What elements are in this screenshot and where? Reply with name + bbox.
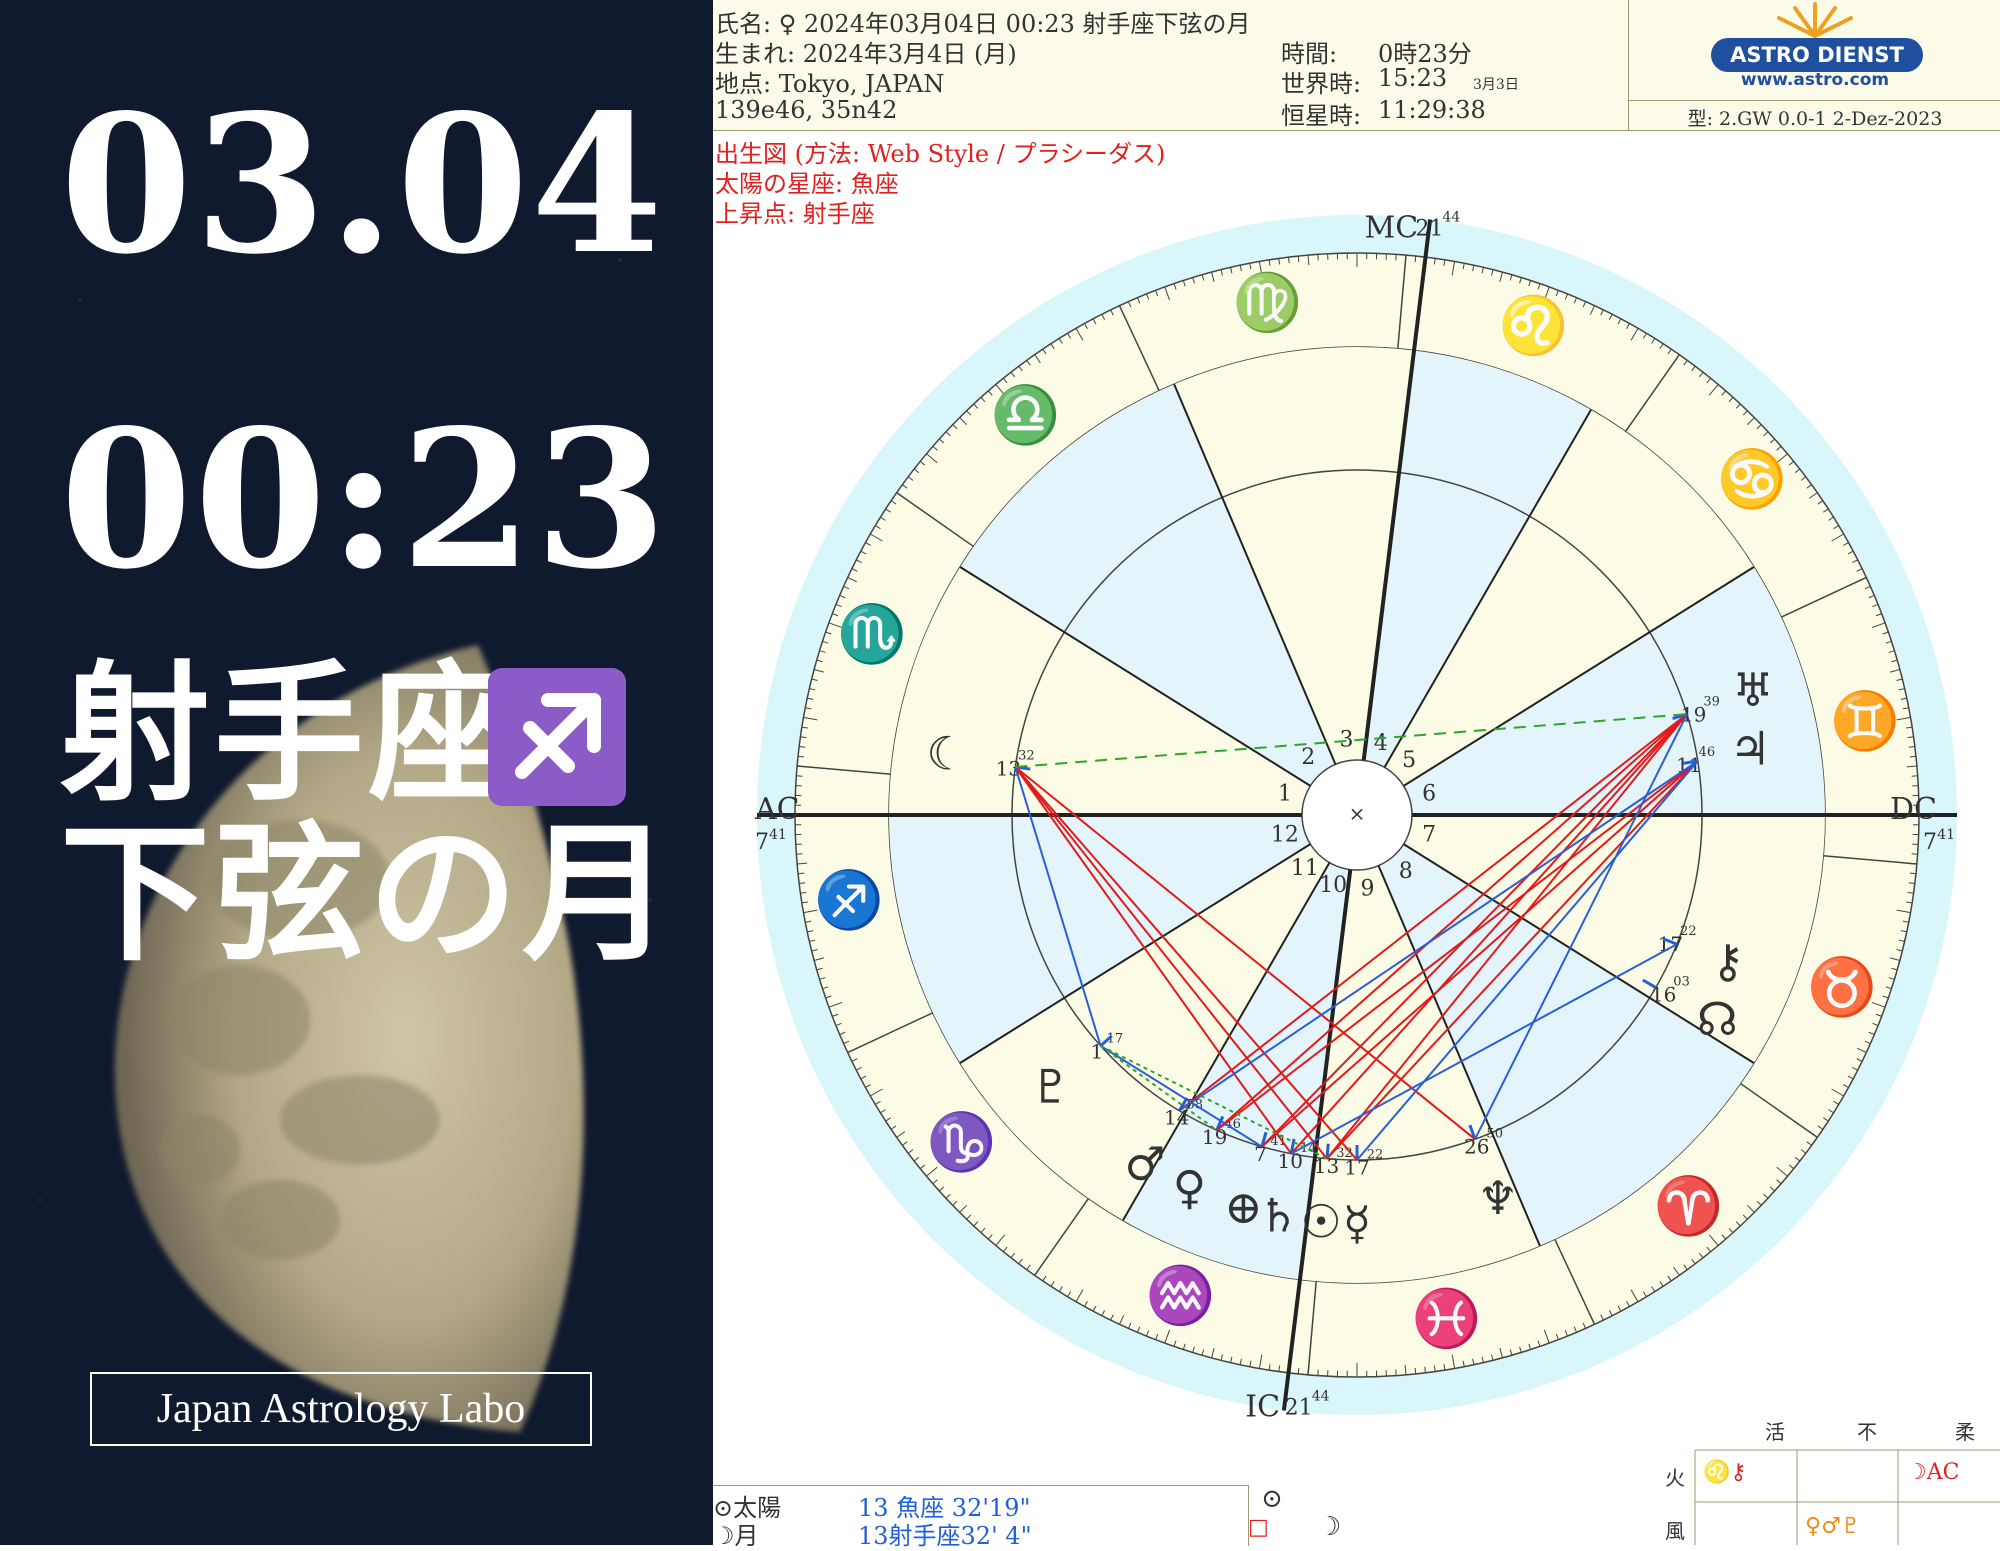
mc-label: MC	[1365, 211, 1419, 246]
gemini-sign-icon: ♊	[1830, 689, 1900, 754]
jupiter-icon: ♃	[1729, 722, 1770, 776]
moon-position: 13射手座32' 4"	[858, 1516, 1032, 1551]
sagittarius-icon	[488, 668, 626, 806]
dc-degree: 7	[1923, 830, 1937, 855]
ic-minutes: 44	[1312, 1388, 1330, 1404]
logo-url[interactable]: www.astro.com	[1629, 70, 2000, 90]
pluto-icon: ♇	[1030, 1060, 1071, 1114]
leo-sign-icon: ♌	[1499, 294, 1569, 359]
ic-degree: 21	[1285, 1395, 1313, 1420]
sun-icon: ☉	[1300, 1194, 1341, 1248]
natal-chart-wheel: 123456789101112×♍♌♋♊♉♈♓♒♑♐♏♎AC741DC741MC…	[713, 130, 2000, 1420]
moon-label: ☽月	[713, 1516, 759, 1551]
house-number: 11	[1291, 856, 1319, 881]
positions-table: ⊙太陽 13 魚座 32'19" ☽月 13射手座32' 4"	[713, 1485, 1249, 1546]
air-fixed-cell: ♀♂♇	[1805, 1514, 1861, 1539]
version-text: 型: 2.GW 0.0-1 2-Dez-2023	[1629, 100, 2000, 131]
virgo-sign-icon: ♍	[1233, 270, 1303, 335]
jupiter-minutes: 46	[1699, 745, 1716, 760]
house-number: 4	[1374, 731, 1388, 756]
mercury-minutes: 22	[1367, 1148, 1384, 1163]
ut-value: 15:23	[1378, 64, 1447, 92]
house-number: 5	[1402, 748, 1416, 773]
sun-symbol: ⊙	[1261, 1484, 1283, 1514]
brand-box: Japan Astrology Labo	[90, 1372, 592, 1446]
chiron-icon: ⚷	[1711, 934, 1745, 988]
aries-sign-icon: ♈	[1654, 1174, 1724, 1239]
sagittarius-sign-icon: ♐	[814, 868, 884, 933]
center-mark: ×	[1349, 802, 1366, 826]
earth-icon: ⊕	[1224, 1180, 1263, 1234]
astrodienst-logo: ASTRO DIENST www.astro.com 型: 2.GW 0.0-1…	[1628, 0, 2000, 130]
ac-minutes: 41	[769, 827, 787, 843]
aquarius-sign-icon: ♒	[1146, 1263, 1216, 1328]
house-number: 9	[1360, 876, 1374, 901]
moon-icon: ☾	[926, 726, 967, 780]
mars-icon: ♂	[1124, 1137, 1165, 1191]
uranus-icon: ♅	[1732, 663, 1773, 717]
mc-minutes: 44	[1442, 210, 1460, 226]
dc-minutes: 41	[1937, 827, 1955, 843]
moon-minutes: 32	[1018, 749, 1035, 764]
node-icon: ☊	[1697, 992, 1738, 1046]
saturn-icon: ♄	[1258, 1188, 1299, 1242]
place-line: 地点: Tokyo, JAPAN	[715, 64, 944, 99]
ut-label: 世界時:	[1281, 64, 1361, 99]
st-label: 恒星時:	[1281, 96, 1361, 131]
ac-degree: 7	[755, 830, 769, 855]
house-number: 1	[1278, 781, 1292, 806]
taurus-sign-icon: ♉	[1807, 955, 1877, 1020]
chart-panel: 氏名: ♀ 2024年03月04日 00:23 射手座下弦の月 生まれ: 202…	[713, 0, 2000, 1545]
mc-degree: 21	[1415, 217, 1443, 242]
event-time: 00:23	[60, 405, 669, 595]
house-number: 7	[1422, 823, 1436, 848]
house-number: 10	[1319, 873, 1347, 898]
libra-sign-icon: ♎	[990, 383, 1060, 448]
venus-icon: ♀	[1173, 1160, 1207, 1214]
scorpio-sign-icon: ♏	[837, 602, 907, 667]
ac-label: AC	[754, 792, 800, 827]
cancer-sign-icon: ♋	[1717, 447, 1787, 512]
ic-label: IC	[1245, 1389, 1280, 1420]
pisces-sign-icon: ♓	[1412, 1287, 1482, 1352]
neptune-minutes: 50	[1486, 1126, 1503, 1141]
node-minutes: 03	[1673, 975, 1690, 990]
mercury-icon: ☿	[1343, 1196, 1371, 1250]
square-aspect-icon: □	[1248, 1515, 1269, 1540]
neptune-icon: ♆	[1477, 1171, 1518, 1225]
moon-sign: 射手座	[60, 660, 522, 810]
logo-text: ASTRO DIENST	[1711, 38, 1923, 72]
chart-header: 氏名: ♀ 2024年03月04日 00:23 射手座下弦の月 生まれ: 202…	[713, 0, 2000, 131]
promo-panel: 03.04 00:23 射手座 下弦の月 Japan Astrology Lab…	[0, 0, 713, 1545]
chiron-minutes: 22	[1680, 924, 1697, 939]
house-number: 2	[1301, 745, 1315, 770]
coords-line: 139e46, 35n42	[715, 96, 897, 124]
capricorn-sign-icon: ♑	[927, 1110, 997, 1175]
dc-label: DC	[1890, 792, 1937, 827]
house-number: 6	[1422, 781, 1436, 806]
house-number: 3	[1340, 728, 1354, 753]
ut-date: 3月3日	[1473, 74, 1519, 94]
element-modality-table: 活 不 柔 火 風 ♌⚷ ☽AC ♀♂♇	[1665, 1410, 2000, 1545]
event-date: 03.04	[60, 90, 665, 280]
st-value: 11:29:38	[1378, 96, 1486, 124]
fire-cardinal-cell: ♌⚷	[1703, 1460, 1747, 1485]
moon-symbol: ☽	[1318, 1512, 1341, 1542]
fire-mutable-cell: ☽AC	[1907, 1460, 1959, 1485]
uranus-minutes: 39	[1703, 695, 1720, 710]
sun-rays-icon	[1629, 0, 2000, 40]
house-number: 12	[1271, 823, 1299, 848]
moon-phase: 下弦の月	[60, 820, 676, 970]
house-number: 8	[1399, 859, 1413, 884]
